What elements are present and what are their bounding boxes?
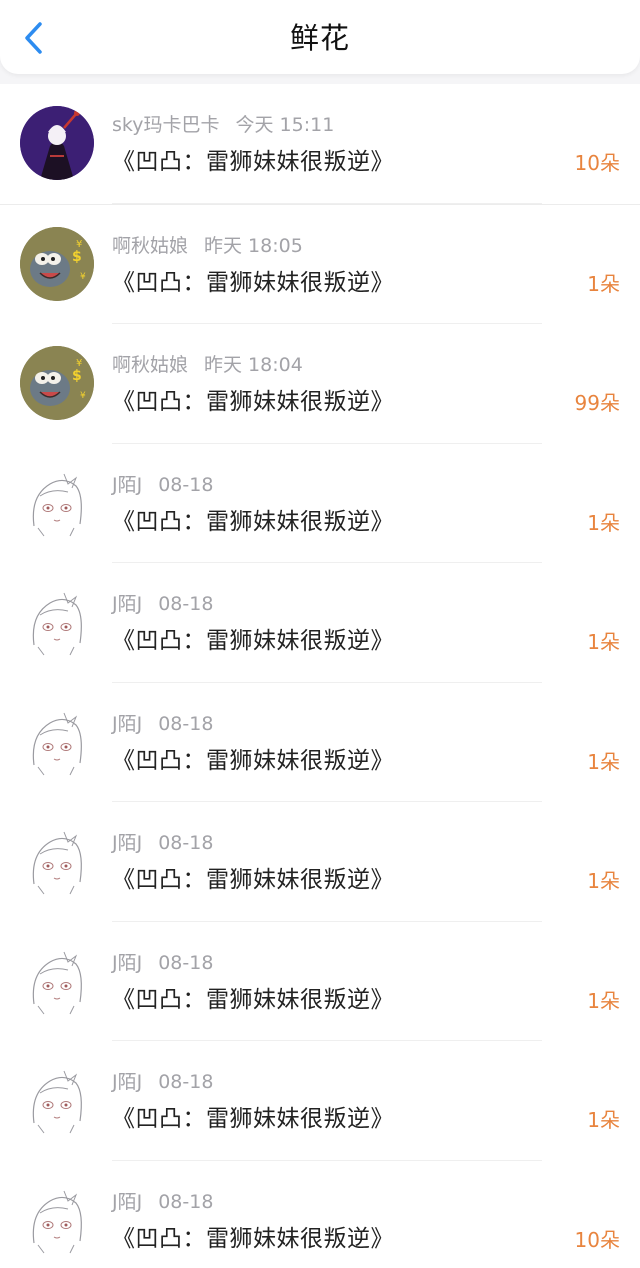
flower-count: 1朵: [587, 749, 620, 774]
svg-text:$: $: [72, 249, 82, 265]
sender-name[interactable]: J陌J: [112, 952, 142, 974]
sender-name[interactable]: J陌J: [112, 593, 142, 615]
flower-count: 1朵: [587, 630, 620, 654]
sender-name[interactable]: J陌J: [112, 474, 142, 496]
sender-meta: J陌J 08-18: [112, 711, 213, 737]
sender-meta: 啊秋姑娘 昨天 18:04: [112, 352, 303, 378]
sender-name[interactable]: 啊秋姑娘: [112, 354, 188, 376]
work-title[interactable]: 《凹凸：雷狮妹妹很叛逆》: [112, 386, 394, 418]
timestamp: 08-18: [158, 473, 214, 496]
list-item[interactable]: J陌J 08-18 《凹凸：雷狮妹妹很叛逆》 1朵: [0, 443, 640, 563]
list-item[interactable]: $ ¥ ¥ 啊秋姑娘 昨天 18:05 《凹凸：雷狮妹妹很叛逆》 1朵: [0, 204, 640, 324]
flower-count: 1朵: [587, 869, 620, 893]
timestamp: 昨天 18:04: [204, 354, 303, 376]
avatar[interactable]: [20, 824, 94, 898]
list-item[interactable]: J陌J 08-18 《凹凸：雷狮妹妹很叛逆》 10朵: [0, 1160, 640, 1268]
timestamp: 08-18: [158, 1071, 214, 1093]
svg-text:$: $: [72, 368, 82, 384]
timestamp: 08-18: [158, 593, 214, 615]
svg-text:¥: ¥: [76, 358, 82, 369]
flower-count: 10朵: [574, 151, 620, 175]
sender-meta: sky玛卡巴卡 今天 15:11: [112, 112, 334, 138]
row-divider: [112, 202, 542, 204]
sender-name[interactable]: J陌J: [112, 832, 142, 854]
avatar[interactable]: $ ¥ ¥: [20, 226, 94, 301]
avatar[interactable]: [20, 1182, 94, 1257]
svg-text:¥: ¥: [80, 391, 86, 401]
timestamp: 08-18: [158, 951, 214, 974]
sender-meta: J陌J 08-18: [112, 830, 213, 856]
avatar[interactable]: [20, 704, 94, 779]
flower-count: 1朵: [587, 510, 620, 535]
timestamp: 08-18: [158, 832, 214, 854]
timestamp: 今天 15:11: [235, 114, 335, 136]
sender-meta: J陌J 08-18: [112, 1189, 213, 1215]
work-title[interactable]: 《凹凸：雷狮妹妹很叛逆》: [112, 506, 394, 538]
sender-name[interactable]: J陌J: [112, 1191, 142, 1213]
list-item[interactable]: J陌J 08-18 《凹凸：雷狮妹妹很叛逆》 1朵: [0, 802, 640, 922]
sender-meta: J陌J 08-18: [112, 472, 213, 498]
avatar[interactable]: [20, 585, 94, 659]
sender-meta: J陌J 08-18: [112, 1069, 213, 1095]
avatar[interactable]: [20, 1063, 94, 1137]
svg-text:¥: ¥: [76, 239, 82, 250]
flower-count: 1朵: [587, 988, 620, 1013]
sender-name[interactable]: sky玛卡巴卡: [112, 114, 219, 136]
avatar[interactable]: [20, 465, 94, 540]
work-title[interactable]: 《凹凸：雷狮妹妹很叛逆》: [112, 864, 394, 896]
work-title[interactable]: 《凹凸：雷狮妹妹很叛逆》: [112, 745, 394, 777]
timestamp: 昨天 18:05: [204, 234, 303, 257]
work-title[interactable]: 《凹凸：雷狮妹妹很叛逆》: [112, 267, 394, 299]
sender-meta: 啊秋姑娘 昨天 18:05: [112, 233, 303, 259]
work-title[interactable]: 《凹凸：雷狮妹妹很叛逆》: [112, 1103, 394, 1135]
flower-gifts-screen: 鲜花 sky玛卡巴卡 今天 15:11 《凹凸：雷狮妹妹很叛逆》 10朵 $ ¥ ¥ …: [0, 0, 640, 1268]
flower-record-list: sky玛卡巴卡 今天 15:11 《凹凸：雷狮妹妹很叛逆》 10朵 $ ¥ ¥ 啊秋姑…: [0, 84, 640, 1268]
sender-name[interactable]: J陌J: [112, 713, 142, 735]
avatar[interactable]: [20, 106, 94, 180]
timestamp: 08-18: [158, 1190, 214, 1213]
list-item[interactable]: J陌J 08-18 《凹凸：雷狮妹妹很叛逆》 1朵: [0, 1041, 640, 1161]
sender-meta: J陌J 08-18: [112, 591, 213, 617]
flower-count: 99朵: [574, 391, 620, 415]
sender-name[interactable]: 啊秋姑娘: [112, 235, 188, 257]
list-item[interactable]: J陌J 08-18 《凹凸：雷狮妹妹很叛逆》 1朵: [0, 563, 640, 683]
flower-count: 1朵: [587, 1108, 620, 1132]
list-item[interactable]: $ ¥ ¥ 啊秋姑娘 昨天 18:04 《凹凸：雷狮妹妹很叛逆》 99朵: [0, 324, 640, 444]
work-title[interactable]: 《凹凸：雷狮妹妹很叛逆》: [112, 146, 394, 178]
list-item[interactable]: J陌J 08-18 《凹凸：雷狮妹妹很叛逆》 1朵: [0, 921, 640, 1041]
work-title[interactable]: 《凹凸：雷狮妹妹很叛逆》: [112, 625, 394, 657]
timestamp: 08-18: [158, 712, 214, 735]
flower-count: 1朵: [587, 271, 620, 296]
avatar[interactable]: $ ¥ ¥: [20, 346, 94, 420]
list-item[interactable]: sky玛卡巴卡 今天 15:11 《凹凸：雷狮妹妹很叛逆》 10朵: [0, 84, 640, 204]
page-title: 鲜花: [289, 21, 350, 55]
list-item[interactable]: J陌J 08-18 《凹凸：雷狮妹妹很叛逆》 1朵: [0, 682, 640, 802]
work-title[interactable]: 《凹凸：雷狮妹妹很叛逆》: [112, 1223, 394, 1255]
nav-header: 鲜花: [0, 0, 640, 74]
sender-meta: J陌J 08-18: [112, 950, 213, 976]
sender-name[interactable]: J陌J: [112, 1071, 142, 1093]
svg-text:¥: ¥: [80, 272, 86, 282]
flower-count: 10朵: [574, 1227, 620, 1252]
work-title[interactable]: 《凹凸：雷狮妹妹很叛逆》: [112, 984, 394, 1016]
avatar[interactable]: [20, 943, 94, 1018]
